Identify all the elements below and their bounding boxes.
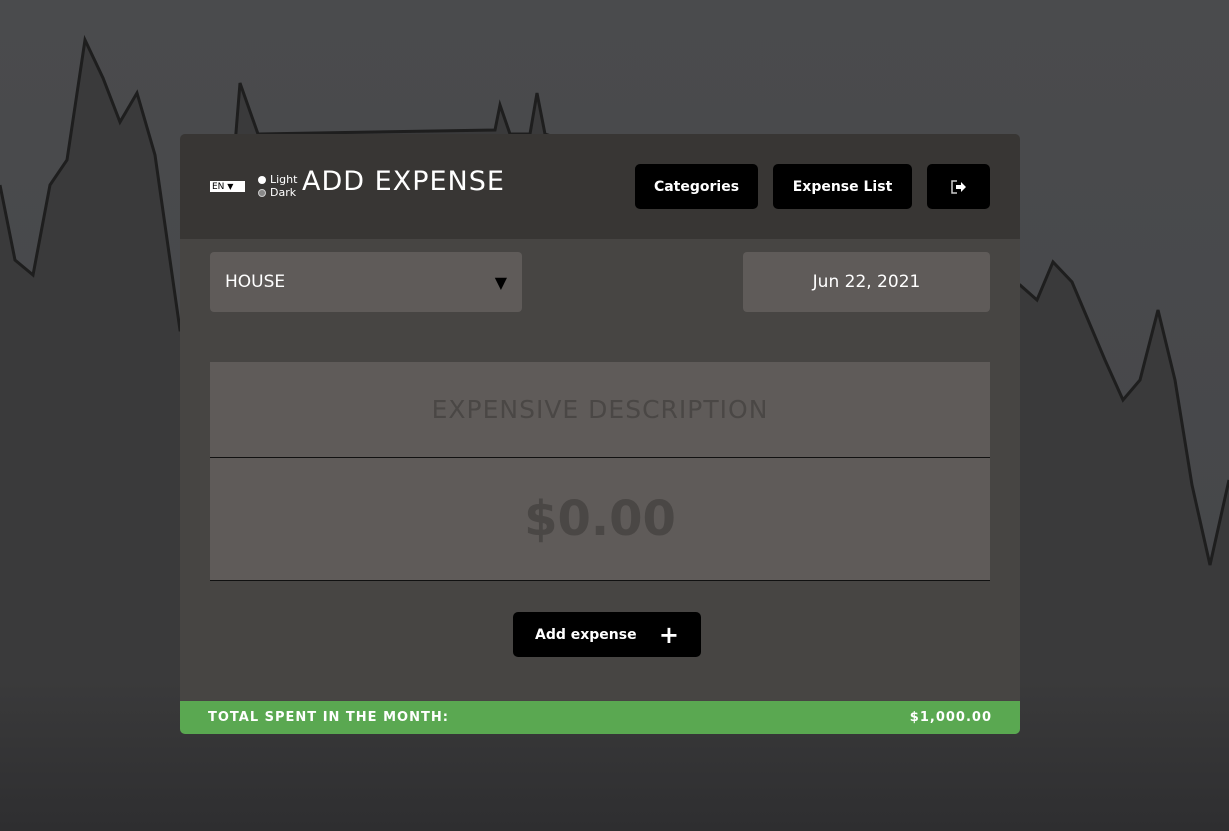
sign-out-icon — [950, 179, 966, 194]
category-select[interactable]: HOUSE ▼ — [210, 252, 522, 312]
categories-button[interactable]: Categories — [635, 164, 758, 209]
theme-dark-option[interactable]: Dark — [258, 186, 297, 199]
page-title: ADD EXPENSE — [302, 166, 505, 197]
theme-dark-label: Dark — [270, 186, 297, 199]
radio-icon — [258, 189, 266, 197]
logout-button[interactable] — [927, 164, 990, 209]
header: EN ▼ Light Dark ADD EXPENSE Categories E… — [180, 134, 1020, 239]
language-select[interactable]: EN ▼ — [210, 181, 245, 192]
plus-icon: + — [658, 620, 679, 649]
category-value: HOUSE — [225, 272, 286, 292]
description-input[interactable]: EXPENSIVE DESCRIPTION — [210, 362, 990, 458]
language-value: EN — [212, 182, 225, 192]
total-value: $1,000.00 — [909, 710, 992, 725]
theme-light-label: Light — [270, 173, 298, 186]
radio-icon — [258, 176, 266, 184]
date-picker[interactable]: Jun 22, 2021 — [743, 252, 990, 312]
add-expense-button[interactable]: Add expense + — [513, 612, 701, 657]
caret-down-icon: ▼ — [494, 272, 507, 292]
add-expense-card: EN ▼ Light Dark ADD EXPENSE Categories E… — [180, 134, 1020, 734]
theme-light-option[interactable]: Light — [258, 173, 297, 186]
theme-toggle: Light Dark — [258, 173, 297, 199]
total-label: TOTAL SPENT IN THE MONTH: — [208, 710, 449, 725]
amount-input[interactable]: $0.00 — [210, 458, 990, 581]
expense-list-button[interactable]: Expense List — [773, 164, 912, 209]
add-expense-label: Add expense — [535, 626, 637, 643]
monthly-total-bar: TOTAL SPENT IN THE MONTH: $1,000.00 — [180, 701, 1020, 734]
chevron-down-icon: ▼ — [227, 182, 234, 191]
